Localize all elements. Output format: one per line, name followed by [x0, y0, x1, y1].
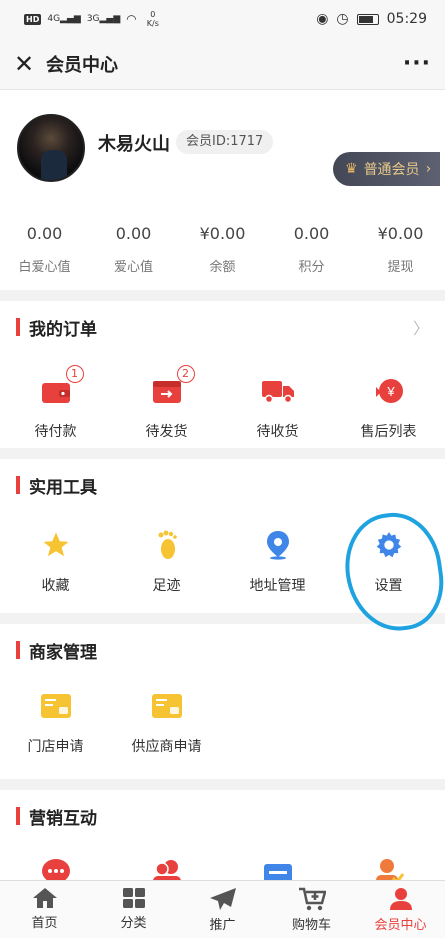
- refund-icon: ¥: [369, 371, 409, 411]
- tool-footprints[interactable]: 足迹: [111, 525, 222, 595]
- section-title-merchant: 商家管理: [29, 642, 97, 663]
- marketing-item[interactable]: [111, 852, 222, 880]
- marketing-card: 营销互动: [0, 790, 445, 880]
- more-icon[interactable]: ···: [403, 51, 431, 76]
- tab-promote[interactable]: 推广: [178, 881, 267, 938]
- member-id-badge: 会员ID:1717: [176, 130, 274, 154]
- section-title-marketing: 营销互动: [29, 808, 97, 829]
- hd-indicator: HD: [24, 13, 42, 25]
- cart-icon: [298, 887, 326, 911]
- user-check-icon: [369, 852, 409, 880]
- stats-row: 0.00 白爱心值 0.00 爱心值 ¥0.00 余额 0.00 积分 ¥0.00 提现: [0, 224, 445, 275]
- order-after-sales[interactable]: ¥ 售后列表: [333, 371, 444, 441]
- tools-header: 实用工具: [0, 459, 445, 511]
- footprint-icon: [147, 525, 187, 565]
- tab-cart[interactable]: 购物车: [267, 881, 356, 938]
- order-pending-shipment[interactable]: 2 待发货: [111, 365, 222, 441]
- marketing-item[interactable]: [0, 852, 111, 880]
- signal-4g: 4G▂▄▆: [47, 14, 81, 24]
- crown-icon: ♛: [345, 161, 358, 177]
- close-icon[interactable]: ✕: [14, 50, 40, 78]
- supplier-card-icon: [147, 686, 187, 726]
- alarm-icon: ◷: [336, 11, 349, 27]
- status-bar: HD 4G▂▄▆ 3G▂▄▆ ◠ 0 K/s ◉ ◷ 05:29: [0, 0, 445, 38]
- stat-love[interactable]: 0.00 爱心值: [89, 224, 178, 275]
- user-icon: [389, 888, 412, 910]
- wallet-icon: 1: [36, 365, 84, 411]
- member-level-label: 普通会员: [363, 162, 420, 178]
- location-pin-icon: [258, 525, 298, 565]
- wifi-icon: ◠: [126, 12, 137, 26]
- paper-plane-icon: [209, 888, 236, 910]
- truck-icon: [258, 371, 298, 411]
- orders-card: 我的订单 〉 1 待付款 2 待发货 待收货 ¥ 售后列表: [0, 301, 445, 448]
- chevron-right-icon: ›: [425, 161, 432, 177]
- merchant-card: 商家管理 门店申请 供应商申请: [0, 624, 445, 779]
- battery-icon: [356, 13, 379, 25]
- page-title: 会员中心: [46, 54, 118, 76]
- marketing-item[interactable]: [333, 852, 444, 880]
- section-title-orders: 我的订单: [29, 319, 97, 340]
- pending-payment-count: 1: [65, 365, 84, 383]
- tab-home[interactable]: 首页: [0, 881, 89, 938]
- orders-header[interactable]: 我的订单 〉: [0, 301, 445, 353]
- store-card-icon: [36, 686, 76, 726]
- profile-card: 木易火山 会员ID:1717 ♛ 普通会员 › 0.00 白爱心值 0.00 爱心值 …: [0, 90, 445, 290]
- chevron-right-icon: 〉: [412, 319, 429, 338]
- marketing-header: 营销互动: [0, 790, 445, 842]
- order-pending-payment[interactable]: 1 待付款: [0, 365, 111, 441]
- merchant-header: 商家管理: [0, 624, 445, 676]
- eye-icon: ◉: [316, 11, 329, 27]
- home-icon: [32, 888, 57, 908]
- stat-balance[interactable]: ¥0.00 余额: [178, 224, 267, 275]
- signal-3g: 3G▂▄▆: [86, 14, 121, 24]
- clock: 05:29: [386, 11, 427, 27]
- tool-favorites[interactable]: 收藏: [0, 525, 111, 595]
- tool-address[interactable]: 地址管理: [222, 525, 333, 595]
- tab-member-center[interactable]: 会员中心: [356, 881, 445, 938]
- tab-category[interactable]: 分类: [89, 881, 178, 938]
- bottom-tab-bar: 首页 分类 推广 购物车 会员中心: [0, 880, 445, 938]
- svg-text:¥: ¥: [386, 384, 395, 399]
- users-icon: [147, 852, 187, 880]
- section-title-tools: 实用工具: [29, 477, 97, 498]
- member-level-button[interactable]: ♛ 普通会员 ›: [333, 152, 440, 186]
- net-speed: 0 K/s: [146, 10, 159, 28]
- grid-icon: [122, 888, 145, 908]
- ticket-icon: [258, 852, 298, 880]
- merchant-store-apply[interactable]: 门店申请: [0, 686, 111, 756]
- title-bar: ✕ 会员中心 ···: [0, 38, 445, 90]
- avatar[interactable]: [17, 114, 85, 182]
- stat-points[interactable]: 0.00 积分: [267, 224, 356, 275]
- chat-bubble-icon: [36, 852, 76, 880]
- outbox-icon: 2: [147, 365, 195, 411]
- star-icon: [36, 525, 76, 565]
- stat-withdraw[interactable]: ¥0.00 提现: [356, 224, 445, 275]
- marketing-item[interactable]: [222, 852, 333, 880]
- username: 木易火山: [98, 134, 170, 155]
- merchant-supplier-apply[interactable]: 供应商申请: [111, 686, 222, 756]
- order-pending-receipt[interactable]: 待收货: [222, 371, 333, 441]
- stat-white-love[interactable]: 0.00 白爱心值: [0, 224, 89, 275]
- pending-shipment-count: 2: [176, 365, 195, 383]
